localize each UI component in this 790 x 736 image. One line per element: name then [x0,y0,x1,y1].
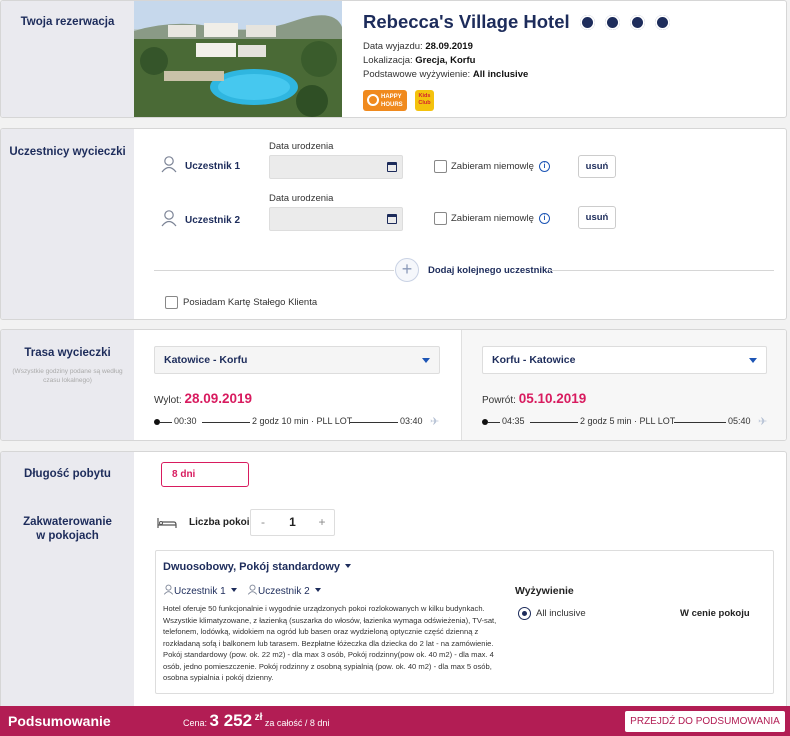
divider [154,270,394,271]
loyalty-card-checkbox[interactable] [165,296,178,309]
bed-icon [157,518,177,528]
happy-hours-badge: HAPPY HOURS [363,90,407,111]
outbound-date: Wylot: 28.09.2019 [154,391,253,406]
participant-2-dob-input[interactable] [269,207,403,231]
participant-2-remove-button[interactable]: usuń [578,206,616,229]
reservation-card: Twoja rezerwacja Rebecca's Village Hotel… [0,0,787,118]
route-title: Trasa wycieczki [24,347,111,359]
route-sidebar: Trasa wycieczki (Wszystkie godziny podan… [1,330,134,440]
stay-sidebar: Długość pobytu Zakwaterowanie w pokojach [1,452,134,709]
room-card: Dwuosobowy, Pokój standardowy Uczestnik … [155,550,774,694]
rooms-title: Zakwaterowanie w pokojach [23,516,112,542]
room-person-2[interactable]: Uczestnik 2 [247,584,321,597]
participant-1-infant-label[interactable]: Zabieram niemowlę [451,161,534,172]
participants-card: Uczestnicy wycieczki Uczestnik 1 Data ur… [0,128,787,320]
hotel-name-text: Rebecca's Village Hotel [363,11,570,32]
summary-title: Podsumowanie [8,713,111,729]
increment-button[interactable]: + [310,510,334,535]
participant-1-infant-checkbox[interactable] [434,160,447,173]
calendar-icon[interactable] [387,214,397,224]
divider [549,270,774,271]
participant-1-dob-input[interactable] [269,155,403,179]
board-title: Wyżywienie [515,585,574,597]
clock-icon [367,94,379,106]
decrement-button[interactable]: - [251,510,275,535]
star-sun-icon [579,15,595,30]
participants-title: Uczestnicy wycieczki [9,146,126,158]
departure-info: Data wyjazdu: 28.09.2019 [363,41,473,52]
star-sun-icon [604,15,620,30]
stay-length-title: Długość pobytu [24,468,111,480]
reservation-sidebar: Twoja rezerwacja [1,1,134,117]
star-sun-icon [630,15,646,30]
summary-bar: Podsumowanie Cena: 3 252 zł za całość / … [0,706,790,736]
chevron-down-icon [422,358,430,363]
plane-icon: ✈ [430,416,440,428]
outbound-timeline: 00:30 2 godz 10 min · PLL LOT 03:40 ✈ [154,416,444,428]
total-price: Cena: 3 252 zł za całość / 8 dni [183,711,330,730]
return-date: Powrót: 05.10.2019 [482,391,587,406]
return-timeline: 04:35 2 godz 5 min · PLL LOT 05:40 ✈ [482,416,782,428]
location-info: Lokalizacja: Grecja, Korfu [363,55,476,66]
participant-2-dob-label: Data urodzenia [269,193,334,204]
person-icon [161,156,177,173]
star-sun-icon [655,15,671,30]
add-participant-icon[interactable]: + [395,258,419,282]
rooms-count-value[interactable]: 1 [275,510,310,534]
hotel-photo [134,1,342,117]
participant-2-infant-label[interactable]: Zabieram niemowlę [451,213,534,224]
participants-sidebar: Uczestnicy wycieczki [1,129,134,319]
kids-club-badge: Kids Club [415,90,434,111]
chevron-down-icon [230,588,237,592]
person-icon [161,210,177,227]
board-option-label[interactable]: All inclusive [536,608,586,619]
route-card: Trasa wycieczki (Wszystkie godziny podan… [0,329,787,441]
go-to-summary-button[interactable]: PRZEJDŹ DO PODSUMOWANIA [625,711,785,732]
rooms-count-label: Liczba pokoi [189,517,250,528]
reservation-title: Twoja rezerwacja [20,16,115,28]
loyalty-card-label[interactable]: Posiadam Kartę Stałego Klienta [183,297,317,308]
person-icon [163,584,174,595]
chevron-down-icon [345,564,352,568]
return-route-select[interactable]: Korfu - Katowice [482,346,767,374]
rooms-stepper[interactable]: - 1 + [250,509,335,536]
plane-icon: ✈ [758,416,768,428]
outbound-route-select[interactable]: Katowice - Korfu [154,346,440,374]
participant-2-infant-checkbox[interactable] [434,212,447,225]
add-participant-label[interactable]: Dodaj kolejnego uczestnika [428,265,553,276]
calendar-icon[interactable] [387,162,397,172]
person-icon [247,584,258,595]
participant-2-name: Uczestnik 2 [185,215,241,226]
chevron-down-icon [749,358,757,363]
room-description: Hotel oferuje 50 funkcjonalnie i wygodni… [163,604,497,682]
chevron-down-icon [314,588,321,592]
room-person-1[interactable]: Uczestnik 1 [163,584,237,597]
participant-1-dob-label: Data urodzenia [269,141,334,152]
board-info: Podstawowe wyżywienie: All inclusive [363,69,529,80]
board-price: W cenie pokoju [680,608,750,619]
room-type-select[interactable]: Dwuosobowy, Pokój standardowy [163,561,352,573]
participant-1-remove-button[interactable]: usuń [578,155,616,178]
route-note: (Wszystkie godziny podane są według czas… [12,368,123,384]
board-radio-all-inclusive[interactable] [518,607,531,620]
info-icon[interactable]: i [539,161,550,172]
info-icon[interactable]: i [539,213,550,224]
stay-length-field[interactable]: 8 dni [161,462,249,487]
hotel-name[interactable]: Rebecca's Village Hotel [363,11,671,33]
participant-1-name: Uczestnik 1 [185,161,241,172]
return-panel: Korfu - Katowice Powrót: 05.10.2019 04:3… [461,330,786,440]
